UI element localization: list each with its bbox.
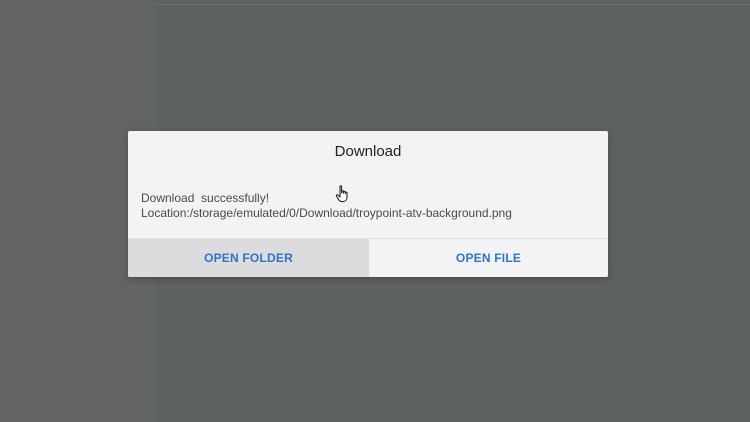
dimmed-top-divider	[155, 4, 750, 5]
open-file-label: OPEN FILE	[455, 251, 522, 265]
dimmed-chevron-up-icon: ⌃	[132, 351, 142, 362]
download-location-text: Location:/storage/emulated/0/Download/tr…	[141, 206, 512, 220]
download-dialog: Download Download successfully! Location…	[128, 131, 608, 277]
dialog-message: Download successfully! Location:/storage…	[141, 191, 601, 221]
hand-pointer-icon	[335, 185, 348, 203]
screen-backdrop: ⌄ ⌃ Download Download successfully! Loca…	[0, 0, 750, 422]
open-folder-button[interactable]: OPEN FOLDER	[128, 239, 369, 277]
open-file-button[interactable]: OPEN FILE	[369, 239, 608, 277]
dimmed-chevron-down-icon: ⌄	[132, 302, 142, 313]
open-folder-label: OPEN FOLDER	[204, 251, 293, 265]
dialog-title: Download	[334, 143, 402, 160]
download-status-text: Download successfully!	[141, 191, 270, 205]
